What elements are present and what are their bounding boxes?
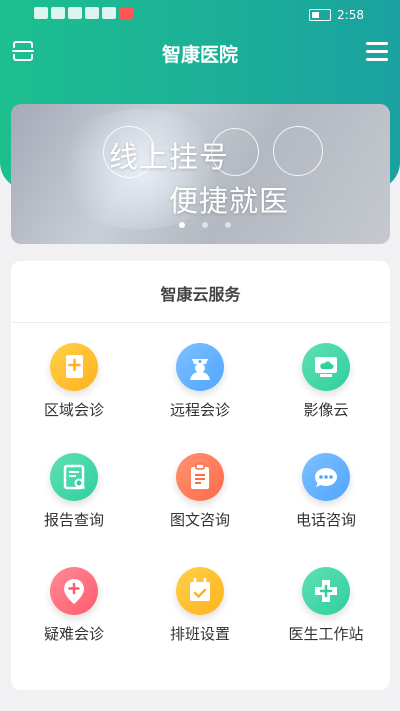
status-time: 2:58: [337, 8, 364, 22]
service-label: 排班设置: [169, 625, 230, 643]
service-schedule-settings[interactable]: 排班设置: [137, 567, 263, 644]
calendar-check-icon: [176, 567, 224, 615]
banner[interactable]: 线上挂号 便捷就医: [11, 104, 390, 244]
carousel-dot[interactable]: [202, 222, 208, 228]
service-label: 医生工作站: [288, 625, 364, 643]
service-label: 报告查询: [43, 511, 104, 529]
carousel-dots: [179, 222, 231, 228]
service-doctor-workstation[interactable]: 医生工作站: [263, 567, 389, 644]
services-card: 智康云服务 区域会诊 远程会诊 影像云 报告查询 图文咨询 电话咨询 疑难会诊 …: [11, 261, 390, 690]
wifi-icon: [68, 7, 82, 19]
service-label: 影像云: [303, 401, 349, 419]
clipboard-icon: [176, 453, 224, 501]
menu-icon[interactable]: [366, 42, 388, 62]
service-text-consultation[interactable]: 图文咨询: [137, 453, 263, 530]
banner-decor-circle: [273, 126, 323, 176]
cloud-monitor-icon: [302, 343, 350, 391]
status-bar: 2:58: [0, 0, 400, 30]
service-label: 图文咨询: [169, 511, 230, 529]
medical-cross-icon: [302, 567, 350, 615]
carousel-dot[interactable]: [179, 222, 185, 228]
service-report-query[interactable]: 报告查询: [11, 453, 137, 530]
service-remote-consultation[interactable]: 远程会诊: [137, 343, 263, 420]
app-notification-icon: [85, 7, 99, 19]
nurse-icon: [176, 343, 224, 391]
service-label: 区域会诊: [43, 401, 104, 419]
hd-icon: [34, 7, 48, 19]
browser-icon: [102, 7, 116, 19]
service-phone-consultation[interactable]: 电话咨询: [263, 453, 389, 530]
services-title: 智康云服务: [160, 285, 241, 304]
service-label: 电话咨询: [295, 511, 356, 529]
banner-headline: 线上挂号: [109, 140, 230, 174]
message-icon: [119, 7, 133, 19]
signal-icon: [51, 7, 65, 19]
page-title: 智康医院: [161, 44, 238, 66]
service-label: 远程会诊: [169, 401, 230, 419]
service-difficult-consultation[interactable]: 疑难会诊: [11, 567, 137, 644]
service-regional-consultation[interactable]: 区域会诊: [11, 343, 137, 420]
document-plus-icon: [50, 343, 98, 391]
battery-icon: [309, 9, 332, 21]
location-plus-icon: [50, 567, 98, 615]
carousel-dot[interactable]: [225, 222, 231, 228]
divider: [11, 322, 390, 323]
service-label: 疑难会诊: [43, 625, 104, 643]
banner-subheadline: 便捷就医: [169, 184, 290, 218]
report-search-icon: [50, 453, 98, 501]
service-imaging-cloud[interactable]: 影像云: [263, 343, 389, 420]
chat-bubble-icon: [302, 453, 350, 501]
